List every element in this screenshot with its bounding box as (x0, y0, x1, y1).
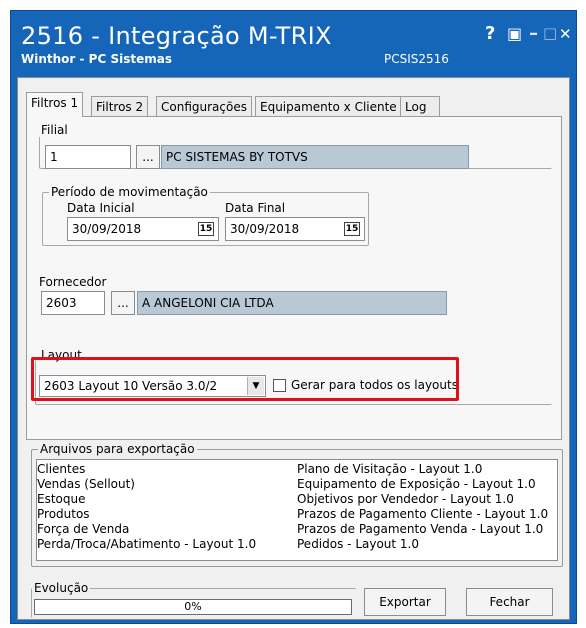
data-inicial-value: 30/09/2018 (72, 222, 142, 236)
maximize-icon[interactable]: □ (543, 24, 557, 42)
fechar-button[interactable]: Fechar (466, 588, 553, 616)
filial-label: Filial (39, 123, 70, 137)
tab-filtros-2[interactable]: Filtros 2 (91, 96, 149, 117)
data-final-value: 30/09/2018 (230, 222, 300, 236)
exportar-button[interactable]: Exportar (364, 588, 446, 616)
fornecedor-name-field: A ANGELONI CIA LTDA (137, 291, 447, 315)
highlight-box (31, 357, 459, 401)
data-inicial-label: Data Inicial (67, 201, 135, 215)
calendar-icon[interactable]: 15 (198, 222, 214, 236)
fornecedor-lookup-button[interactable]: ... (111, 291, 135, 315)
list-item[interactable]: Vendas (Sellout) (37, 477, 135, 492)
tab-log[interactable]: Log (400, 96, 440, 117)
progress-bar: 0% (34, 599, 352, 615)
window-title: 2516 - Integração M-TRIX (21, 22, 332, 50)
tab-configuracoes[interactable]: Configurações (156, 96, 252, 117)
title-bar[interactable]: 2516 - Integração M-TRIX Winthor - PC Si… (11, 11, 576, 67)
help-icon[interactable]: ? (485, 25, 495, 43)
list-item[interactable]: Objetivos por Vendedor - Layout 1.0 (297, 492, 514, 507)
list-item[interactable]: Equipamento de Exposição - Layout 1.0 (297, 477, 536, 492)
data-inicial-input[interactable]: 30/09/2018 15 (67, 217, 219, 241)
fornecedor-code-input[interactable]: 2603 (41, 291, 105, 315)
periodo-label: Período de movimentação (49, 185, 210, 199)
progress-text: 0% (184, 600, 202, 613)
list-item[interactable]: Prazos de Pagamento Cliente - Layout 1.0 (297, 507, 548, 522)
list-item[interactable]: Produtos (37, 507, 90, 522)
fornecedor-label: Fornecedor (39, 275, 107, 289)
list-item[interactable]: Pedidos - Layout 1.0 (297, 537, 419, 552)
tab-equipamento-cliente[interactable]: Equipamento x Cliente (255, 96, 402, 117)
filial-code-input[interactable]: 1 (45, 145, 131, 169)
evolucao-label: Evolução (32, 581, 91, 595)
close-icon[interactable]: ✕ (559, 25, 572, 43)
list-item[interactable]: Perda/Troca/Abatimento - Layout 1.0 (37, 537, 256, 552)
minimize-icon[interactable]: – (529, 25, 538, 43)
client-area: Filtros 1 Filtros 2 Configurações Equipa… (17, 77, 570, 620)
list-item[interactable]: Força de Venda (37, 522, 129, 537)
filial-lookup-button[interactable]: ... (136, 145, 160, 169)
calendar-icon[interactable]: 15 (344, 222, 360, 236)
app-window: 2516 - Integração M-TRIX Winthor - PC Si… (10, 10, 577, 624)
list-item[interactable]: Estoque (37, 492, 86, 507)
tab-filtros-1[interactable]: Filtros 1 (26, 92, 84, 117)
list-item[interactable]: Clientes (37, 462, 85, 477)
data-final-label: Data Final (225, 201, 286, 215)
routine-code: PCSIS2516 (384, 52, 449, 66)
tab-panel-filtros-1: Filial 1 ... PC SISTEMAS BY TOTVS Períod… (26, 116, 562, 440)
arquivos-label: Arquivos para exportação (38, 442, 197, 456)
list-item[interactable]: Plano de Visitação - Layout 1.0 (297, 462, 482, 477)
restore-icon[interactable]: ▣ (507, 25, 522, 43)
data-final-input[interactable]: 30/09/2018 15 (225, 217, 365, 241)
arquivos-list[interactable]: Clientes Vendas (Sellout) Estoque Produt… (36, 459, 558, 561)
filial-name-field: PC SISTEMAS BY TOTVS (161, 145, 469, 169)
list-item[interactable]: Prazos de Pagamento Venda - Layout 1.0 (297, 522, 543, 537)
window-subtitle: Winthor - PC Sistemas (21, 52, 172, 66)
